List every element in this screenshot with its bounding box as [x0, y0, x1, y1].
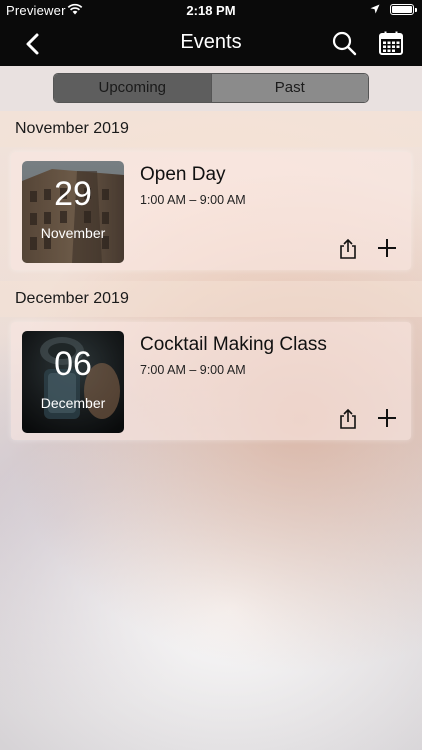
event-thumbnail: 06 December	[22, 331, 124, 433]
event-card-cocktail-class[interactable]: 06 December Cocktail Making Class 7:00 A…	[11, 322, 411, 440]
section-header-label: November 2019	[15, 120, 129, 137]
tab-past[interactable]: Past	[210, 74, 368, 102]
section-header-november: November 2019	[0, 111, 422, 147]
event-day: 29	[54, 175, 92, 213]
section-header-label: December 2019	[15, 290, 129, 307]
share-icon[interactable]	[337, 408, 359, 430]
event-card-open-day[interactable]: 29 November Open Day 1:00 AM – 9:00 AM	[11, 152, 411, 270]
status-time: 2:18 PM	[186, 3, 236, 18]
add-icon[interactable]	[375, 236, 399, 260]
nav-bar: Events	[0, 22, 422, 66]
event-month: November	[40, 225, 106, 241]
segment-bar: Upcoming Past	[0, 66, 422, 111]
share-icon[interactable]	[337, 238, 359, 260]
event-day: 06	[54, 345, 92, 383]
add-icon[interactable]	[375, 406, 399, 430]
event-time: 1:00 AM – 9:00 AM	[140, 193, 246, 207]
tab-upcoming[interactable]: Upcoming	[54, 74, 211, 102]
status-bar: Previewer 2:18 PM	[0, 0, 422, 22]
event-title: Cocktail Making Class	[140, 334, 327, 355]
event-title: Open Day	[140, 164, 226, 185]
section-header-december: December 2019	[0, 281, 422, 317]
page-title: Events	[180, 31, 242, 53]
segmented-control: Upcoming Past	[53, 73, 369, 103]
top-bar: Previewer 2:18 PM Events	[0, 0, 422, 66]
search-icon[interactable]	[331, 30, 357, 56]
event-time: 7:00 AM – 9:00 AM	[140, 363, 246, 377]
event-thumbnail: 29 November	[22, 161, 124, 263]
battery-icon	[390, 4, 417, 15]
calendar-icon[interactable]	[378, 30, 404, 56]
event-month: December	[40, 395, 106, 411]
location-arrow-icon	[370, 4, 380, 14]
